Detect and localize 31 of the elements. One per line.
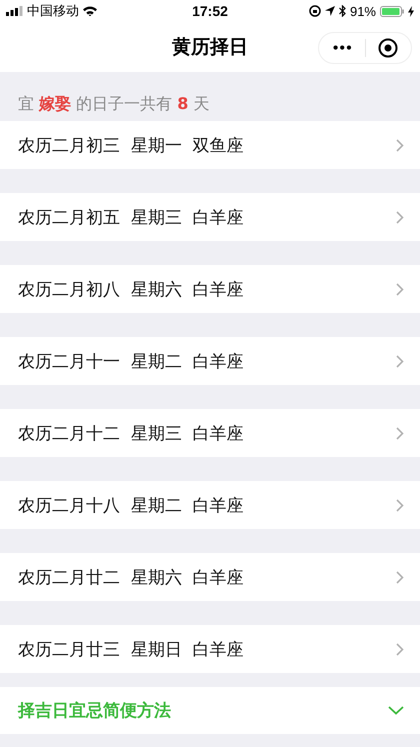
battery-icon	[380, 6, 404, 16]
chevron-right-icon	[396, 210, 404, 224]
date-row[interactable]: 农历二月廿三 星期日 白羊座	[0, 625, 420, 673]
chevron-down-icon	[388, 706, 404, 715]
date-row[interactable]: 农历二月十八 星期二 白羊座	[0, 481, 420, 529]
chevron-right-icon	[396, 138, 404, 152]
carrier-name: 中国移动	[27, 2, 79, 20]
rotation-lock-icon	[308, 5, 321, 17]
date-row[interactable]: 农历二月初五 星期三 白羊座	[0, 193, 420, 241]
date-row[interactable]: 农历二月初八 星期六 白羊座	[0, 265, 420, 313]
chevron-right-icon	[396, 498, 404, 512]
chevron-right-icon	[396, 426, 404, 440]
location-icon	[324, 6, 335, 16]
target-icon	[378, 38, 398, 58]
chevron-right-icon	[396, 282, 404, 296]
battery-percent: 91%	[350, 4, 376, 18]
more-button[interactable]: •••	[319, 33, 364, 63]
page-title: 黄历择日	[172, 35, 248, 60]
clock-time: 17:52	[192, 3, 228, 19]
date-row[interactable]: 农历二月初三 星期一 双鱼座	[0, 121, 420, 169]
signal-icon	[6, 6, 23, 16]
summary-text: 宜 嫁娶 的日子一共有 8 天	[17, 93, 210, 115]
charging-icon	[408, 6, 414, 16]
date-row[interactable]: 农历二月十一 星期二 白羊座	[0, 337, 420, 385]
wifi-icon	[83, 6, 97, 16]
chevron-right-icon	[396, 354, 404, 368]
chevron-right-icon	[396, 570, 404, 584]
date-row[interactable]: 农历二月十二 星期三 白羊座	[0, 409, 420, 457]
date-row[interactable]: 农历二月廿二 星期六 白羊座	[0, 553, 420, 601]
bluetooth-icon	[338, 5, 346, 17]
chevron-right-icon	[396, 642, 404, 656]
